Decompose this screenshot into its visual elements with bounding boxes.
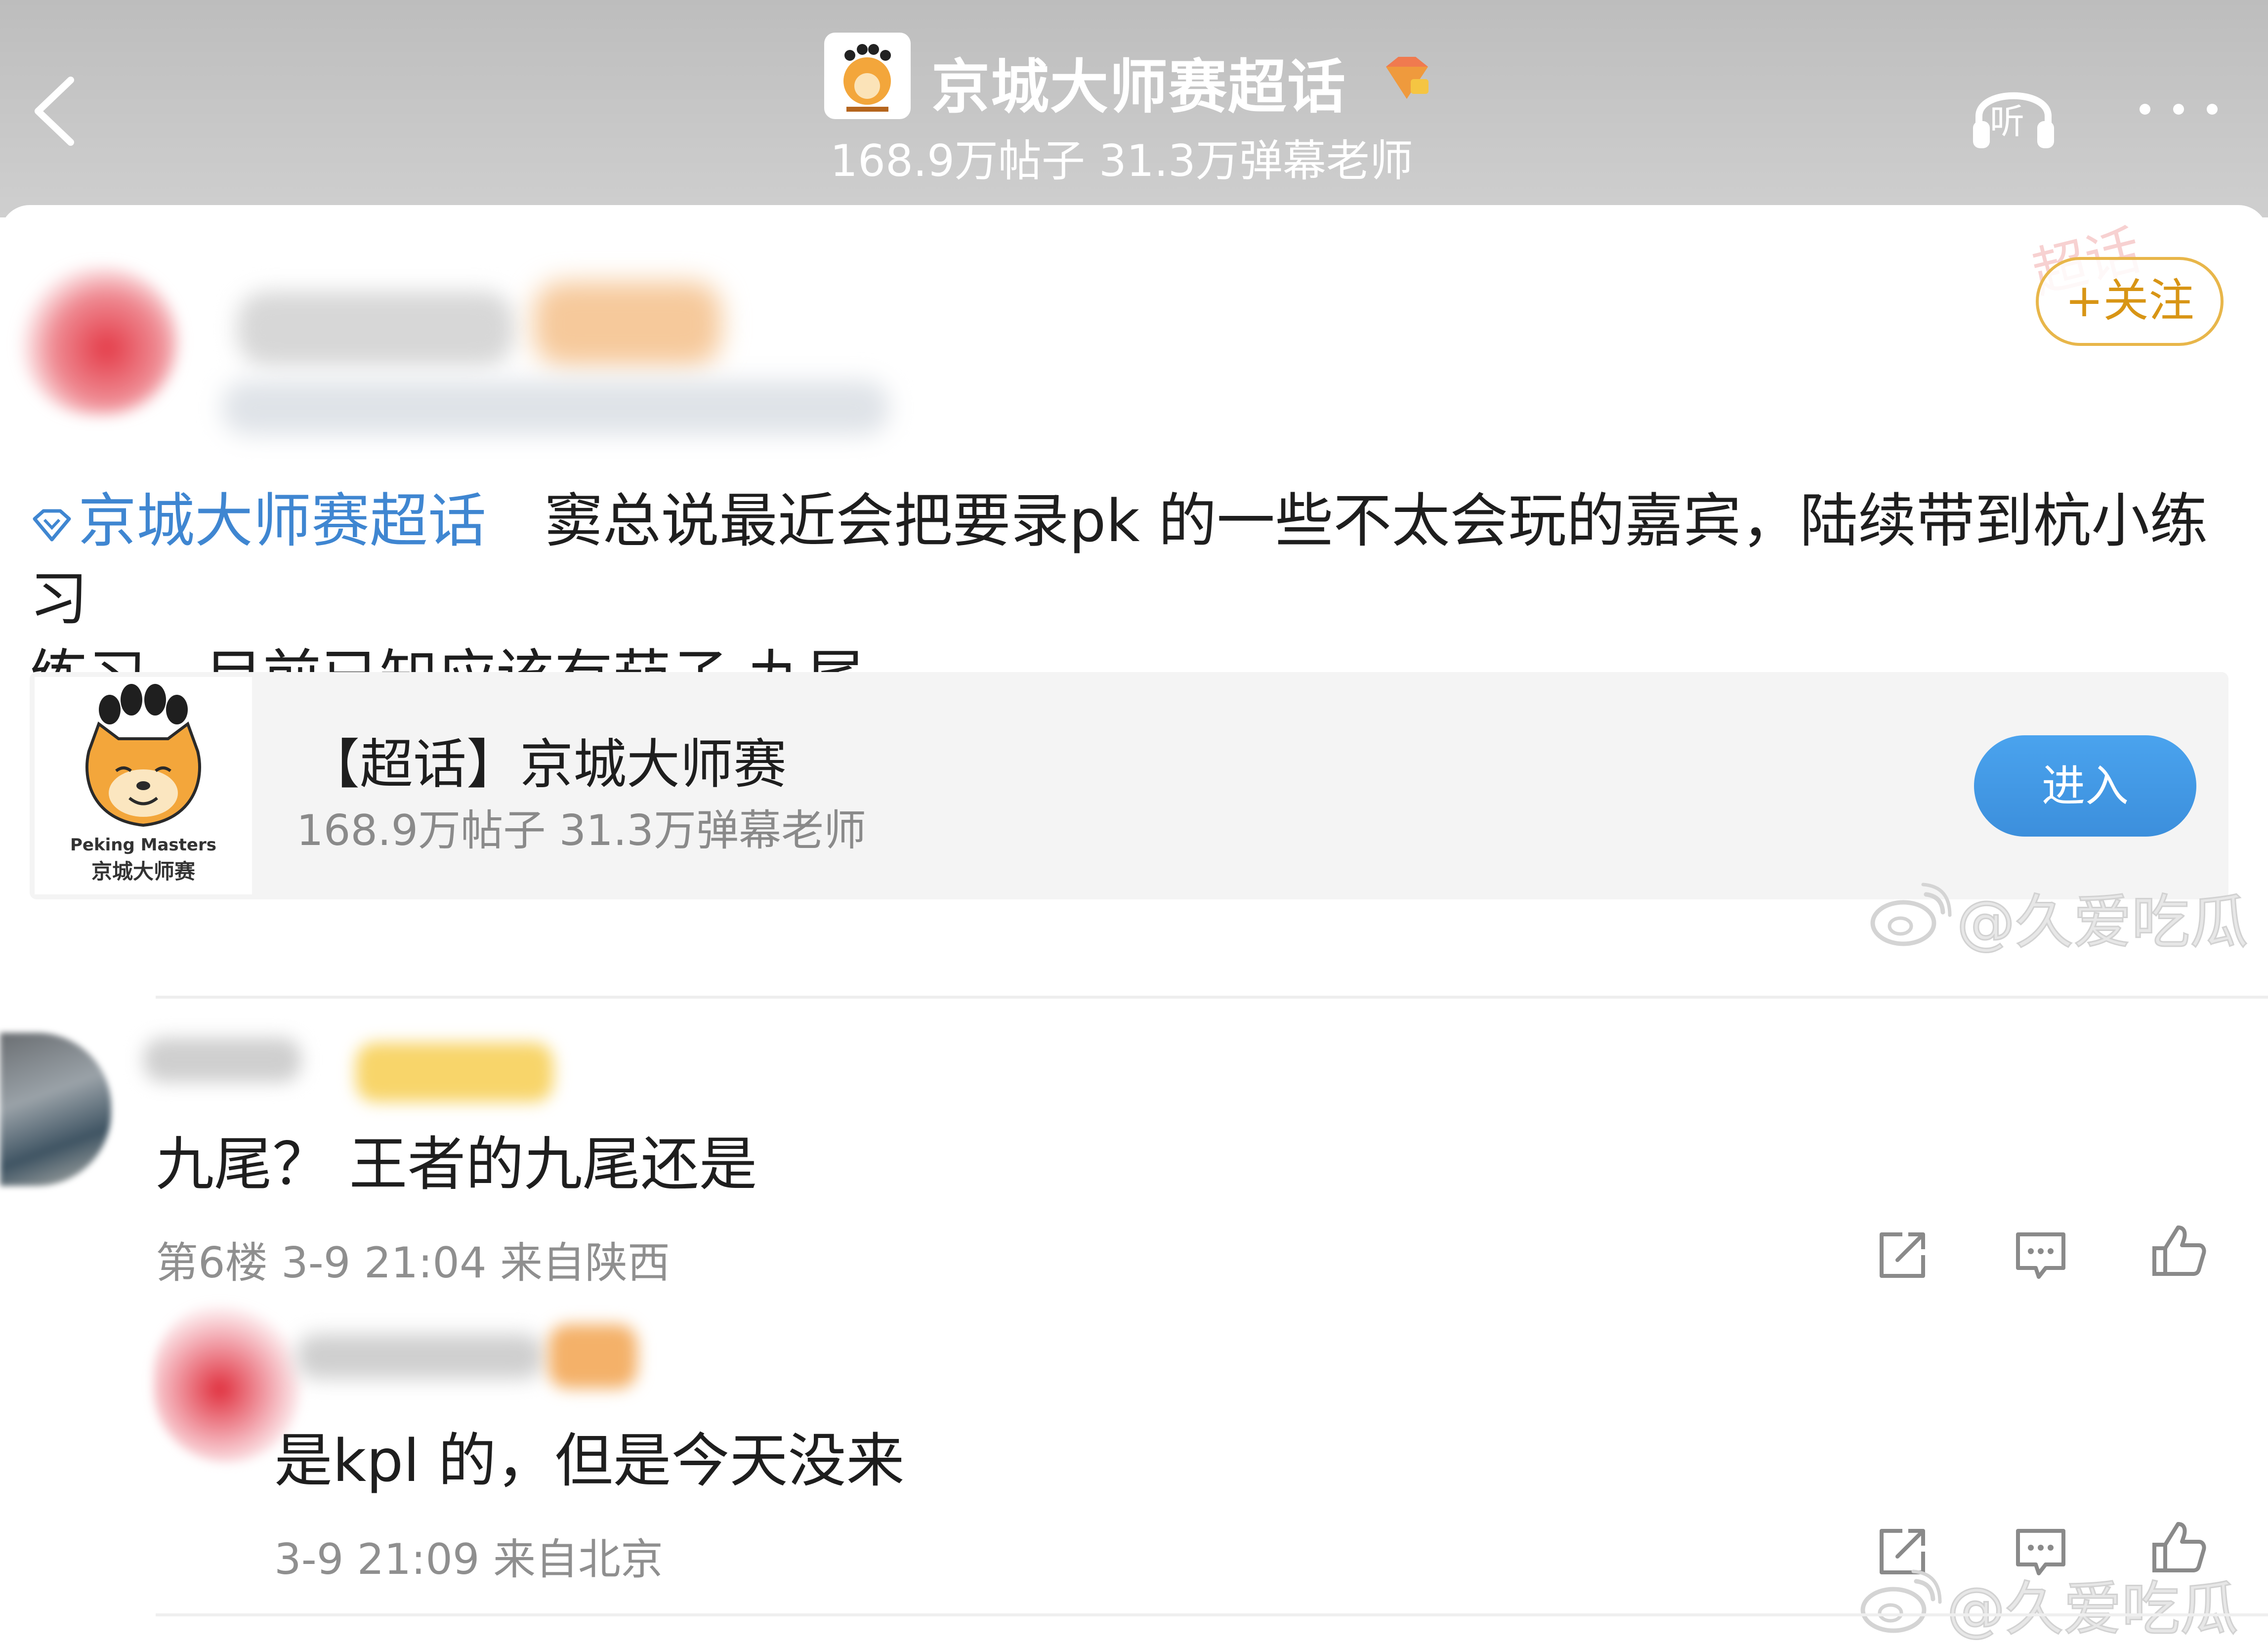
watermark-text: @久爱吃瓜 [1946,1574,2239,1644]
enter-button[interactable]: 进入 [1974,735,2196,837]
more-dots-icon [2140,104,2150,115]
more-dots-icon [2173,104,2184,115]
back-button[interactable] [27,74,82,148]
weibo-watermark-icon [1870,883,1952,946]
diamond-badge-icon [1386,57,1428,99]
topic-link-label: 京城大师赛超话 [78,487,487,555]
commenter-name-redacted [143,1038,301,1082]
chevron-left-icon [35,77,74,146]
super-topic-logo [824,33,911,119]
follow-button[interactable]: +关注 [2036,257,2224,346]
listen-button[interactable]: 听 [1964,69,2063,153]
super-topic-diamond-icon [33,509,71,542]
listen-label: 听 [1990,101,2024,142]
header-title-group: 京城大师赛超话 168.9万帖子 31.3万弹幕老师 [820,30,1463,193]
top-navigation-bar: 京城大师赛超话 168.9万帖子 31.3万弹幕老师 听 [0,0,2268,217]
page-title: 京城大师赛超话 [931,53,1347,121]
share-icon[interactable] [1873,1225,1932,1285]
watermark-text: @久爱吃瓜 [1956,887,2249,957]
more-options-button[interactable] [2135,89,2224,128]
divider [156,996,2268,999]
author-badge-redacted [534,282,721,366]
comment-meta: 3-9 21:09 来自北京 [274,1535,663,1584]
author-meta-redacted [222,380,889,435]
topic-card-stats: 168.9万帖子 31.3万弹幕老师 [296,806,867,855]
super-topic-card[interactable]: Peking Masters 京城大师赛 【超话】京城大师赛 168.9万帖子 … [30,672,2228,899]
topic-logo: Peking Masters 京城大师赛 [35,677,252,894]
topic-link[interactable]: 京城大师赛超话 [30,487,505,555]
author-name-redacted [237,292,514,366]
thumbs-up-icon[interactable] [2149,1221,2209,1280]
topic-logo-chinese: 京城大师赛 [91,859,195,884]
comment-text: 九尾？ 王者的九尾还是 [156,1130,757,1198]
topic-logo-english: Peking Masters [70,835,216,855]
topic-card-title: 【超话】京城大师赛 [306,734,787,796]
comment-text: 是kpl 的，但是今天没来 [274,1427,905,1495]
header-stats: 168.9万帖子 31.3万弹幕老师 [830,135,1413,186]
commenter-badge-redacted [548,1324,637,1389]
more-dots-icon [2207,104,2218,115]
commenter-badge-redacted [356,1043,553,1102]
weibo-watermark-icon [1860,1569,1942,1633]
comment-icon[interactable] [2011,1225,2070,1285]
avatar[interactable] [20,267,178,415]
comment-meta: 第6楼 3-9 21:04 来自陕西 [156,1238,671,1288]
post-author[interactable] [10,227,949,455]
commenter-name-redacted [296,1334,544,1379]
divider [156,1613,2268,1616]
